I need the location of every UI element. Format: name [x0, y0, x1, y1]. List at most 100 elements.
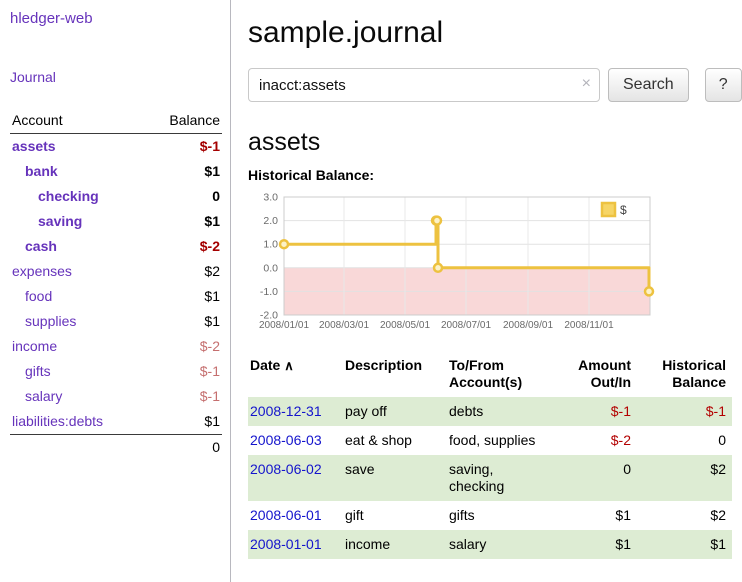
account-balance: $-2 [200, 337, 220, 356]
transaction-description-cell: eat & shop [343, 426, 447, 455]
transaction-amount: $1 [615, 507, 631, 523]
header-amount: Amount Out/In [557, 353, 637, 397]
account-balance: $-2 [200, 237, 220, 256]
header-accounts-line1: To/From [449, 357, 504, 373]
transaction-accounts-cell: food, supplies [447, 426, 557, 455]
transaction-description: pay off [345, 403, 387, 419]
transaction-date-link[interactable]: 2008-01-01 [250, 536, 322, 552]
transaction-amount-cell: $-2 [557, 426, 637, 455]
chart-svg: 3.02.01.00.0-1.0-2.02008/01/012008/03/01… [248, 189, 660, 339]
header-date[interactable]: Date ∧ [248, 353, 343, 397]
main-content: sample.journal × Search ? assets Histori… [232, 0, 742, 582]
search-input-wrap: × [248, 68, 600, 102]
account-link[interactable]: assets [12, 137, 56, 156]
transaction-accounts-cell: salary [447, 530, 557, 559]
account-row: income $-2 [10, 334, 222, 359]
transaction-date-link[interactable]: 2008-12-31 [250, 403, 322, 419]
accounts-table-header: Account Balance [10, 109, 222, 134]
header-amount-line2: Out/In [591, 374, 631, 390]
accounts-header-balance: Balance [169, 112, 220, 128]
transaction-date-link[interactable]: 2008-06-01 [250, 507, 322, 523]
account-link[interactable]: cash [12, 237, 57, 256]
transaction-amount-cell: $1 [557, 530, 637, 559]
transaction-accounts: debts [449, 403, 483, 419]
transaction-description-cell: pay off [343, 397, 447, 426]
transaction-balance: $2 [710, 461, 726, 477]
account-row: expenses $2 [10, 259, 222, 284]
account-link[interactable]: supplies [12, 312, 76, 331]
account-link[interactable]: bank [12, 162, 58, 181]
nav-journal-link[interactable]: Journal [10, 69, 222, 85]
search-input[interactable] [248, 68, 600, 102]
account-link[interactable]: salary [12, 387, 62, 406]
help-button[interactable]: ? [705, 68, 742, 102]
clear-search-icon[interactable]: × [582, 75, 591, 93]
transaction-row: 2008-01-01 income salary $1 $1 [248, 530, 732, 559]
transaction-accounts: gifts [449, 507, 475, 523]
account-balance: 0 [212, 187, 220, 206]
account-row: assets $-1 [10, 134, 222, 159]
svg-text:2.0: 2.0 [263, 215, 278, 227]
sort-ascending-icon: ∧ [284, 358, 294, 373]
transaction-amount: $-2 [611, 432, 631, 448]
account-link[interactable]: expenses [12, 262, 72, 281]
transaction-balance-cell: 0 [637, 426, 732, 455]
transaction-balance-cell: $1 [637, 530, 732, 559]
header-description: Description [343, 353, 447, 397]
svg-text:1.0: 1.0 [263, 239, 278, 251]
svg-text:2008/09/01: 2008/09/01 [503, 320, 553, 331]
account-row: bank $1 [10, 159, 222, 184]
transaction-amount-cell: 0 [557, 455, 637, 501]
header-amount-line1: Amount [578, 357, 631, 373]
account-link[interactable]: food [12, 287, 52, 306]
register-header-row: Date ∧ Description To/From Account(s) Am… [248, 353, 732, 397]
account-link[interactable]: saving [12, 212, 82, 231]
account-row: salary$-1 [10, 384, 222, 409]
accounts-total: 0 [10, 434, 222, 459]
transaction-description: income [345, 536, 390, 552]
transaction-balance-cell: $2 [637, 501, 732, 530]
transaction-balance: $1 [710, 536, 726, 552]
transaction-date-link[interactable]: 2008-06-02 [250, 461, 322, 477]
app-title-link[interactable]: hledger-web [10, 10, 222, 27]
account-link[interactable]: income [12, 337, 57, 356]
account-link[interactable]: checking [12, 187, 99, 206]
transaction-accounts-cell: debts [447, 397, 557, 426]
transaction-row: 2008-06-01 giftgifts $1 $2 [248, 501, 732, 530]
accounts-list: assets$-1bank$1checking0saving$1cash$-2e… [10, 134, 222, 434]
account-balance: $-1 [200, 137, 220, 156]
transaction-description-cell: save [343, 455, 447, 501]
accounts-header-account: Account [12, 112, 63, 128]
transaction-description-cell: gift [343, 501, 447, 530]
transaction-accounts-cell: gifts [447, 501, 557, 530]
account-row: cash $-2 [10, 234, 222, 259]
transaction-amount-cell: $1 [557, 501, 637, 530]
account-balance: $1 [204, 312, 220, 331]
account-balance: $1 [204, 412, 220, 431]
svg-text:$: $ [620, 203, 627, 217]
transaction-balance: $2 [710, 507, 726, 523]
transaction-description: save [345, 461, 375, 477]
transaction-description-cell: income [343, 530, 447, 559]
account-balance: $2 [204, 262, 220, 281]
transaction-accounts: food, supplies [449, 432, 535, 448]
account-row: liabilities:debts $1 [10, 409, 222, 434]
transaction-description: eat & shop [345, 432, 412, 448]
transaction-amount: $1 [615, 536, 631, 552]
header-balance: Historical Balance [637, 353, 732, 397]
account-balance: $-1 [200, 362, 220, 381]
page-title: sample.journal [248, 16, 736, 50]
transaction-accounts-cell: saving, checking [447, 455, 557, 501]
account-link[interactable]: liabilities:debts [12, 412, 103, 431]
transaction-balance-cell: $2 [637, 455, 732, 501]
account-row: saving$1 [10, 209, 222, 234]
transaction-date-link-cell: 2008-06-03 [248, 426, 343, 455]
search-button[interactable]: Search [608, 68, 689, 102]
svg-text:2008/01/01: 2008/01/01 [259, 320, 309, 331]
transaction-date-link[interactable]: 2008-06-03 [250, 432, 322, 448]
account-balance: $1 [204, 162, 220, 181]
account-row: food$1 [10, 284, 222, 309]
account-link[interactable]: gifts [12, 362, 51, 381]
transaction-balance-cell: $-1 [637, 397, 732, 426]
transaction-accounts: salary [449, 536, 486, 552]
